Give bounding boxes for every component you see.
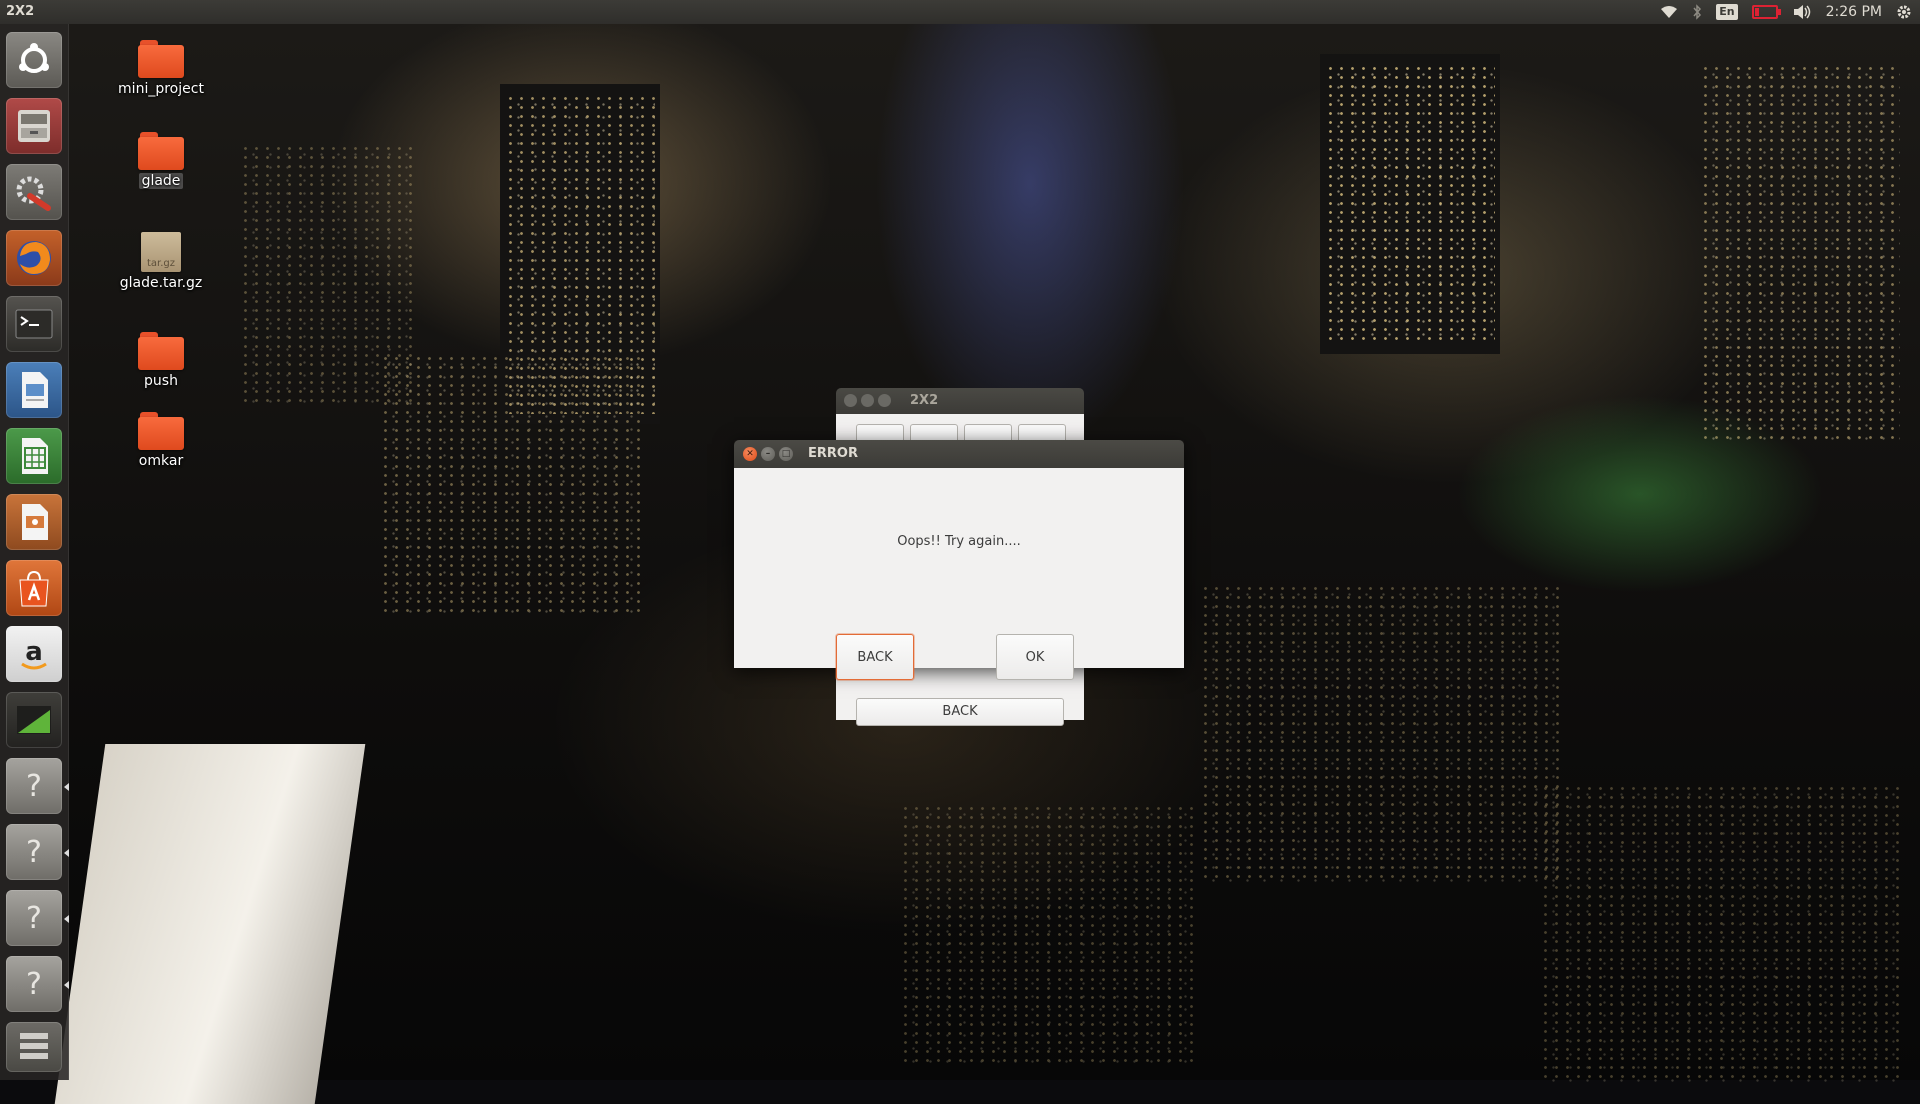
launcher-workspace-switcher[interactable] — [6, 1022, 62, 1072]
file-cabinet-icon — [18, 110, 50, 142]
wifi-icon[interactable] — [1660, 0, 1678, 24]
question-mark-icon: ? — [26, 835, 42, 870]
launcher-terminal[interactable] — [6, 296, 62, 352]
workspaces-icon — [20, 1033, 48, 1059]
back-button[interactable]: BACK — [856, 698, 1064, 726]
desktop-icon-omkar[interactable]: omkar — [106, 412, 216, 469]
launcher: a ? ? ? ? — [0, 24, 69, 1080]
launcher-files[interactable] — [6, 98, 62, 154]
top-panel: 2X2 En 2:26 PM — [0, 0, 1920, 24]
close-icon[interactable] — [844, 394, 857, 407]
desktop-icon-label: mini_project — [118, 81, 204, 97]
ubuntu-logo-icon — [19, 43, 49, 73]
desktop-icon-push[interactable]: push — [106, 332, 216, 389]
chart-icon — [17, 706, 51, 734]
document-icon — [22, 372, 48, 408]
desktop-icon-label: push — [144, 373, 178, 389]
svg-text:?: ? — [26, 901, 42, 936]
spreadsheet-icon — [22, 438, 48, 474]
desktop-icon-label: glade.tar.gz — [119, 275, 203, 291]
dialog-body: Oops!! Try again.... BACK OK — [734, 468, 1184, 680]
error-dialog[interactable]: ✕ – □ ERROR Oops!! Try again.... BACK OK — [734, 440, 1184, 680]
dialog-titlebar[interactable]: ✕ – □ ERROR — [734, 440, 1184, 468]
desktop-icon-label: glade — [138, 173, 184, 189]
desktop-icon-glade[interactable]: glade — [106, 132, 216, 189]
folder-icon — [138, 132, 184, 170]
settings-wrench-icon — [16, 176, 51, 211]
desktop-icon-label: omkar — [138, 453, 184, 469]
svg-text:a: a — [25, 637, 43, 667]
terminal-icon — [15, 309, 53, 339]
window-titlebar[interactable]: 2X2 — [836, 388, 1084, 414]
dialog-title: ERROR — [808, 446, 858, 461]
window-title: 2X2 — [910, 393, 939, 408]
folder-icon — [138, 412, 184, 450]
launcher-libreoffice-writer[interactable] — [6, 362, 62, 418]
launcher-amazon[interactable]: a — [6, 626, 62, 682]
launcher-unknown-app-1[interactable]: ? — [6, 758, 69, 814]
svg-text:?: ? — [26, 769, 42, 804]
presentation-icon — [22, 504, 48, 540]
firefox-icon — [17, 241, 51, 275]
clock[interactable]: 2:26 PM — [1826, 0, 1882, 24]
battery-icon[interactable] — [1751, 0, 1781, 24]
question-mark-icon: ? — [26, 967, 42, 1002]
maximize-icon[interactable] — [878, 394, 891, 407]
launcher-unknown-app-2[interactable]: ? — [6, 824, 69, 880]
volume-icon[interactable] — [1792, 0, 1812, 24]
launcher-firefox[interactable] — [6, 230, 62, 286]
folder-icon — [138, 40, 184, 78]
minimize-icon[interactable] — [861, 394, 874, 407]
launcher-dash-home[interactable] — [6, 32, 62, 88]
launcher-libreoffice-calc[interactable] — [6, 428, 62, 484]
active-app-title: 2X2 — [6, 4, 35, 19]
archive-icon: tar.gz — [141, 232, 181, 272]
launcher-unknown-app-3[interactable]: ? — [6, 890, 69, 946]
launcher-unknown-app-4[interactable]: ? — [6, 956, 69, 1012]
svg-text:?: ? — [26, 967, 42, 1002]
desktop-icon-mini-project[interactable]: mini_project — [106, 40, 216, 97]
maximize-icon[interactable]: □ — [779, 447, 793, 461]
keyboard-layout-label: En — [1716, 4, 1738, 20]
minimize-icon[interactable]: – — [761, 447, 775, 461]
bluetooth-icon[interactable] — [1692, 0, 1702, 24]
folder-icon — [138, 332, 184, 370]
archive-badge: tar.gz — [146, 258, 176, 269]
keyboard-layout-icon[interactable]: En — [1716, 0, 1738, 24]
ok-button[interactable]: OK — [996, 634, 1074, 680]
question-mark-icon: ? — [26, 769, 42, 804]
launcher-software-center[interactable] — [6, 560, 62, 616]
launcher-system-monitor[interactable] — [6, 692, 62, 748]
launcher-libreoffice-impress[interactable] — [6, 494, 62, 550]
indicator-area: En 2:26 PM — [1660, 0, 1920, 24]
back-button[interactable]: BACK — [836, 634, 914, 680]
desktop-icon-glade-tar-gz[interactable]: tar.gz glade.tar.gz — [106, 232, 216, 291]
shopping-bag-icon — [19, 570, 49, 607]
question-mark-icon: ? — [26, 901, 42, 936]
close-icon[interactable]: ✕ — [743, 447, 757, 461]
error-message: Oops!! Try again.... — [897, 534, 1021, 549]
launcher-system-settings[interactable] — [6, 164, 62, 220]
svg-text:?: ? — [26, 835, 42, 870]
settings-gear-icon[interactable] — [1896, 0, 1912, 24]
amazon-icon: a — [21, 637, 47, 670]
